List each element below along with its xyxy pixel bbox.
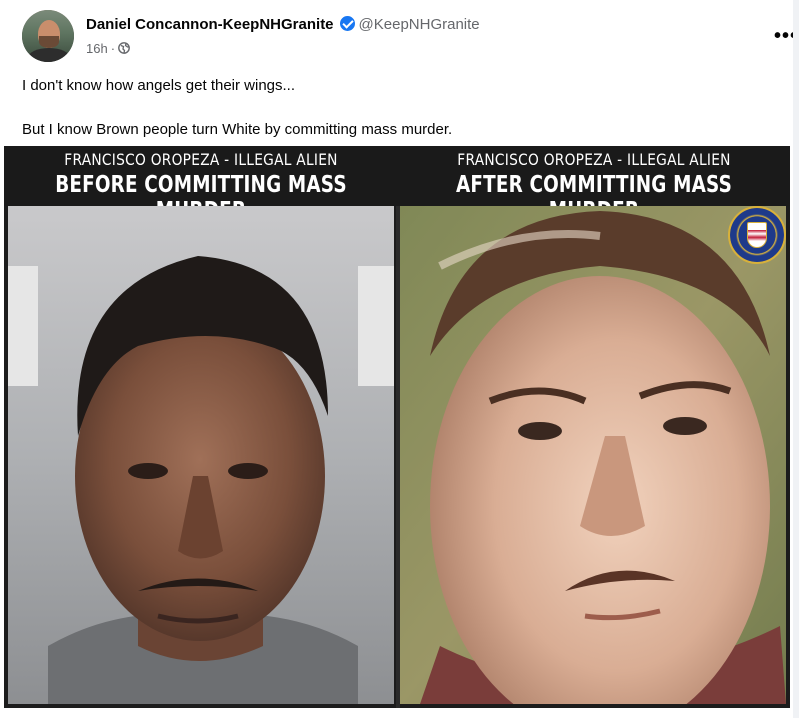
post-text: I don't know how angels get their wings.… xyxy=(22,76,782,140)
fbi-seal-icon xyxy=(728,206,786,264)
author-line: Daniel Concannon-KeepNHGranite @KeepNHGra… xyxy=(86,16,480,33)
author-handle[interactable]: @KeepNHGranite xyxy=(359,16,480,33)
post-header: Daniel Concannon-KeepNHGranite @KeepNHGra… xyxy=(22,10,797,62)
after-photo xyxy=(400,206,786,704)
post-text-line: I don't know how angels get their wings.… xyxy=(22,77,296,94)
author-name[interactable]: Daniel Concannon-KeepNHGranite xyxy=(86,16,334,33)
post-timestamp[interactable]: 16h xyxy=(86,41,108,56)
before-panel: FRANCISCO OROPEZA - ILLEGAL ALIEN BEFORE… xyxy=(4,146,398,708)
globe-icon[interactable] xyxy=(118,42,130,54)
post-meta: 16h · xyxy=(86,41,130,56)
post-card: Daniel Concannon-KeepNHGranite @KeepNHGra… xyxy=(0,0,799,718)
post-text-line: But I know Brown people turn White by co… xyxy=(22,121,453,138)
avatar[interactable] xyxy=(22,10,74,62)
meta-separator: · xyxy=(110,41,116,56)
verified-badge-icon xyxy=(339,16,355,31)
scrollbar[interactable] xyxy=(793,0,799,718)
after-caption: FRANCISCO OROPEZA - ILLEGAL ALIEN AFTER … xyxy=(398,146,790,224)
before-photo xyxy=(8,206,394,704)
before-caption: FRANCISCO OROPEZA - ILLEGAL ALIEN BEFORE… xyxy=(4,146,398,224)
caption-subtitle: FRANCISCO OROPEZA - ILLEGAL ALIEN xyxy=(64,150,338,169)
caption-subtitle: FRANCISCO OROPEZA - ILLEGAL ALIEN xyxy=(457,150,731,169)
after-panel: FRANCISCO OROPEZA - ILLEGAL ALIEN AFTER … xyxy=(398,146,790,708)
post-image[interactable]: FRANCISCO OROPEZA - ILLEGAL ALIEN BEFORE… xyxy=(4,146,790,708)
